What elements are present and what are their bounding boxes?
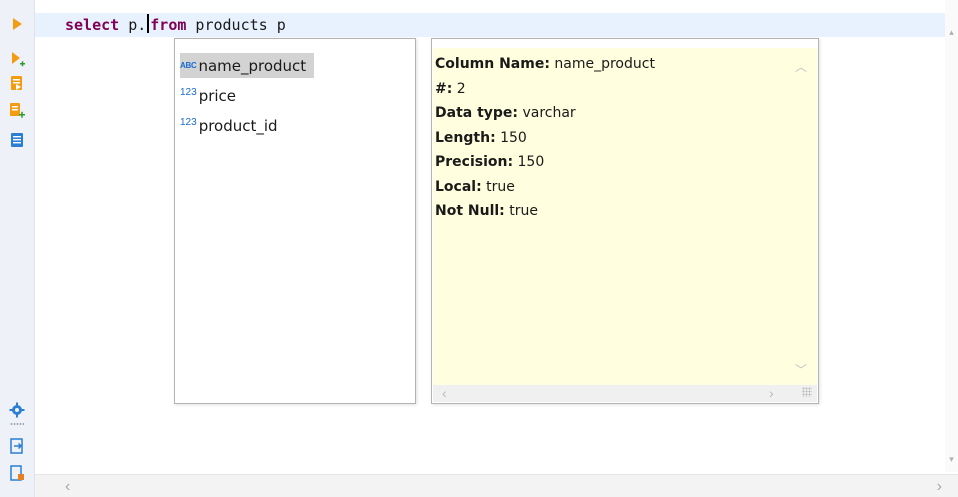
separator xyxy=(10,423,24,425)
completion-list[interactable]: ABC name_product 123 price 123 product_i… xyxy=(174,38,416,404)
document-list-icon[interactable] xyxy=(8,131,26,149)
chevron-up-icon[interactable]: ︿ xyxy=(795,58,807,75)
script-run-icon[interactable] xyxy=(8,74,26,92)
numeric-type-icon: 123 xyxy=(180,87,197,98)
scroll-up-arrow-icon[interactable]: ▴ xyxy=(947,28,956,37)
string-type-icon: ABC xyxy=(180,61,197,70)
sql-code-line[interactable]: select p. from products p xyxy=(65,14,286,36)
horizontal-scrollbar[interactable]: ‹ › xyxy=(35,474,958,497)
play-icon[interactable] xyxy=(8,15,26,33)
sql-keyword-from: from xyxy=(150,16,187,34)
play-plus-icon[interactable] xyxy=(8,50,26,68)
script-run-plus-icon[interactable] xyxy=(8,101,26,119)
vertical-scrollbar[interactable]: ▴ ▾ xyxy=(945,0,958,472)
completion-item-price[interactable]: 123 price xyxy=(180,83,244,108)
info-local: Local: true xyxy=(435,178,515,195)
info-not-null: Not Null: true xyxy=(435,203,538,219)
info-data-type: Data type: varchar xyxy=(435,105,576,121)
editor-toolbar xyxy=(0,0,35,497)
info-ordinal: #: 2 xyxy=(435,80,466,97)
scroll-down-arrow-icon[interactable]: ▾ xyxy=(947,455,956,464)
numeric-type-icon: 123 xyxy=(180,117,197,128)
column-details: Column Name: name_product #: 2 Data type… xyxy=(435,52,655,224)
info-vertical-scrollbar[interactable]: ︿ ﹀ xyxy=(790,56,812,382)
completion-item-name-product[interactable]: ABC name_product xyxy=(180,53,315,78)
info-horizontal-scrollbar[interactable]: ‹ › xyxy=(433,385,817,402)
info-content: Column Name: name_product #: 2 Data type… xyxy=(433,48,817,385)
completion-item-label: product_id xyxy=(198,116,278,135)
scroll-left-arrow-icon[interactable]: ‹ xyxy=(65,478,70,496)
sql-text: p. xyxy=(119,16,147,34)
text-caret xyxy=(147,14,150,33)
chevron-down-icon[interactable]: ﹀ xyxy=(795,361,807,378)
sql-text-table: products p xyxy=(186,16,286,34)
scroll-right-arrow-icon[interactable]: › xyxy=(937,478,942,496)
chevron-left-icon[interactable]: ‹ xyxy=(442,385,447,401)
info-column-name: Column Name: name_product xyxy=(435,56,655,72)
info-precision: Precision: 150 xyxy=(435,154,545,170)
gear-icon[interactable] xyxy=(8,401,26,419)
completion-item-label: price xyxy=(198,86,237,105)
column-info-panel: Column Name: name_product #: 2 Data type… xyxy=(431,38,819,404)
chevron-right-icon[interactable]: › xyxy=(769,385,774,401)
completion-item-product-id[interactable]: 123 product_id xyxy=(180,113,286,138)
file-load-icon[interactable] xyxy=(8,464,26,482)
resize-grip-icon[interactable] xyxy=(802,387,812,397)
sql-keyword-select: select xyxy=(65,16,120,34)
completion-item-label: name_product xyxy=(198,56,307,75)
export-icon[interactable] xyxy=(8,437,26,455)
info-length: Length: 150 xyxy=(435,129,527,146)
